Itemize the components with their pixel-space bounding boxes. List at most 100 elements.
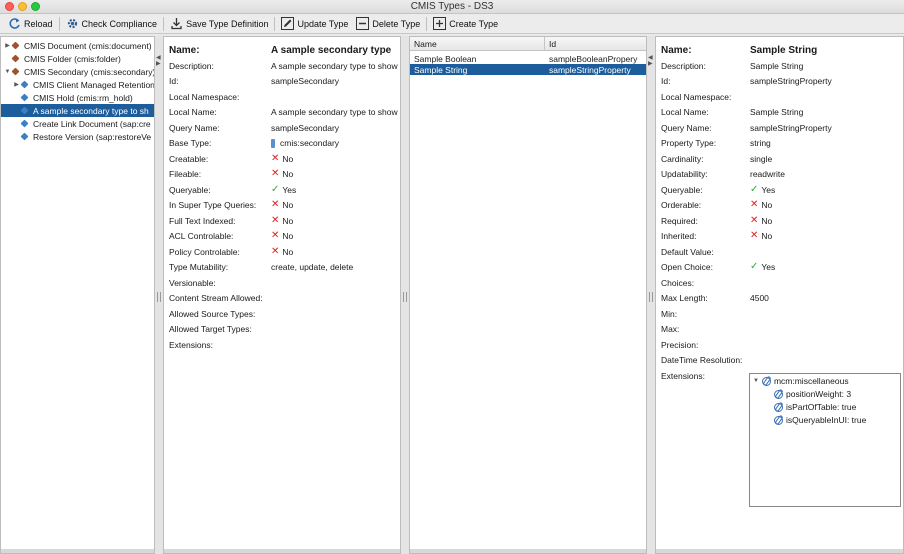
property-label: Policy Controlable: (169, 246, 240, 257)
collapse-arrow-icon[interactable]: ▼ (753, 378, 759, 384)
property-value: ✕ No (271, 153, 293, 164)
property-value: A sample secondary type (271, 45, 391, 56)
property-row: Queryable: ✓ Yes (169, 183, 399, 197)
splitter-1[interactable]: ◀ ▶ (155, 36, 163, 554)
property-value: ✓ Yes (271, 183, 296, 195)
x-mark-icon: ✕ (750, 230, 759, 241)
tree-item-cmis-folder[interactable]: CMIS Folder (cmis:folder) (3, 52, 121, 65)
property-label: Fileable: (169, 169, 202, 179)
toolbar-separator (426, 16, 428, 31)
reload-button[interactable]: Reload (4, 16, 57, 32)
property-label: Query Name: (169, 122, 220, 133)
property-value: create, update, delete (271, 262, 353, 272)
splitter-grip[interactable] (649, 292, 653, 302)
property-value-text: A sample secondary type to show (271, 107, 398, 117)
update-type-button[interactable]: Update Type (277, 16, 352, 32)
tag-icon (21, 81, 30, 88)
check-compliance-button[interactable]: Check Compliance (62, 16, 162, 32)
property-label: Id: (661, 76, 671, 86)
property-value-text: A sample secondary type (271, 44, 392, 56)
property-label: Name: (169, 44, 200, 56)
gear-icon (66, 17, 79, 30)
table-row[interactable]: Sample Boolean sampleBooleanPropery (410, 53, 646, 64)
horizontal-scrollbar[interactable] (164, 549, 400, 553)
tree-item-create-link-document[interactable]: Create Link Document (sap:cre (12, 117, 151, 130)
property-label: Id: (169, 76, 179, 86)
property-value: sampleStringProperty (750, 123, 832, 133)
property-label: ACL Controlable: (169, 231, 234, 241)
property-value-text: No (761, 215, 773, 226)
property-label: Description: (661, 60, 706, 71)
type-tree-panel: ▶ CMIS Document (cmis:document) CMIS Fol… (0, 36, 155, 554)
horizontal-scrollbar[interactable] (410, 549, 646, 553)
table-row[interactable]: Sample String sampleStringProperty (410, 64, 646, 75)
property-row: Default Value: (661, 245, 891, 259)
splitter-grip[interactable] (403, 292, 407, 302)
cell-id: sampleBooleanPropery (549, 53, 638, 64)
column-header-name[interactable]: Name (410, 37, 545, 51)
property-label: Precision: (661, 339, 699, 350)
splitter-arrows-icon[interactable]: ◀ ▶ (156, 55, 161, 67)
edit-pencil-icon (281, 17, 295, 30)
x-mark-icon: ✕ (271, 230, 280, 241)
column-header-id[interactable]: Id (545, 37, 646, 51)
property-row: Local Namespace: (169, 90, 399, 104)
tag-icon (21, 107, 30, 114)
property-row: Queryable: ✓ Yes (661, 183, 891, 197)
property-label: Queryable: (661, 184, 703, 195)
create-type-button[interactable]: Create Type (429, 16, 502, 32)
extension-child[interactable]: positionWeight: 3 (774, 389, 851, 399)
extension-child[interactable]: isQueryableInUI: true (774, 415, 866, 425)
properties-table-panel: Name Id Sample Boolean sampleBooleanProp… (409, 36, 647, 554)
tree-item-cmis-document[interactable]: ▶ CMIS Document (cmis:document) (3, 39, 151, 52)
tree-item-cmis-secondary[interactable]: ▼ CMIS Secondary (cmis:secondary) (3, 65, 154, 78)
property-label: Queryable: (169, 184, 211, 195)
property-row: Id: sampleStringProperty (661, 74, 891, 88)
property-row: Allowed Target Types: (169, 322, 399, 336)
property-row: Local Namespace: (661, 90, 891, 104)
tag-icon (12, 42, 21, 49)
property-row: In Super Type Queries: ✕ No (169, 198, 399, 212)
splitter-grip[interactable] (157, 292, 161, 302)
reload-icon (8, 17, 21, 30)
property-row: Creatable: ✕ No (169, 152, 399, 166)
property-value-text: readwrite (750, 169, 785, 179)
x-mark-icon: ✕ (271, 214, 280, 226)
property-value-text: No (761, 200, 773, 210)
property-value: Sample String (750, 61, 803, 71)
save-type-definition-button[interactable]: Save Type Definition (166, 16, 272, 32)
extension-child[interactable]: isPartOfTable: true (774, 402, 856, 412)
check-mark-icon: ✓ (271, 183, 280, 195)
toolbar: Reload Check Compliance Save Type Defini… (0, 14, 904, 34)
property-label: Versionable: (169, 277, 216, 288)
splitter-2[interactable] (401, 36, 409, 554)
toolbar-separator (274, 16, 276, 31)
property-label: Cardinality: (661, 153, 704, 164)
property-label: Required: (661, 215, 698, 226)
property-label: Description: (169, 60, 214, 71)
delete-type-button[interactable]: Delete Type (352, 16, 424, 32)
splitter-arrows-icon[interactable]: ◀ ▶ (648, 55, 653, 67)
cell-name: Sample Boolean (414, 53, 477, 64)
property-label: Inherited: (661, 231, 697, 241)
property-label: Allowed Target Types: (169, 324, 252, 334)
property-value: ✕ No (750, 215, 773, 226)
tree-item-sample-secondary[interactable]: A sample secondary type to sh (1, 104, 154, 117)
property-details-panel: Name: Sample String Description: Sample Str… (655, 36, 904, 554)
property-value-text: sampleStringProperty (750, 76, 832, 86)
extension-root[interactable]: ▼ mcm:miscellaneous (753, 376, 849, 386)
property-label: Local Namespace: (169, 91, 240, 102)
tree-item-client-managed-retention[interactable]: ▶ CMIS Client Managed Retention (12, 78, 154, 91)
horizontal-scrollbar[interactable] (1, 549, 154, 553)
tag-icon (21, 94, 30, 101)
attachment-icon (774, 402, 783, 412)
property-value-text: No (282, 200, 294, 210)
tree-item-restore-version[interactable]: Restore Version (sap:restoreVe (12, 130, 151, 143)
property-row: Id: sampleSecondary (169, 74, 399, 88)
tree-item-cmis-hold[interactable]: CMIS Hold (cmis:rm_hold) (12, 91, 133, 104)
horizontal-scrollbar[interactable] (656, 549, 903, 553)
extensions-tree[interactable]: ▼ mcm:miscellaneous positionWeight: 3 is… (749, 373, 901, 507)
property-value: 4500 (750, 293, 769, 303)
property-label: Updatability: (661, 169, 708, 179)
splitter-3[interactable]: ◀ ▶ (647, 36, 655, 554)
